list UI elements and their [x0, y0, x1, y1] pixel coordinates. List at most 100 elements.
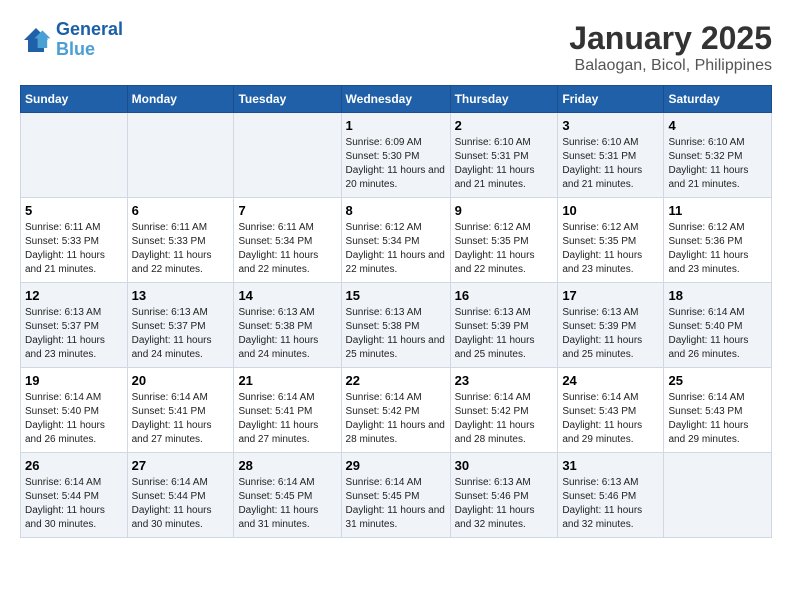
calendar-cell: 29 Sunrise: 6:14 AM Sunset: 5:45 PM Dayli… [341, 453, 450, 538]
day-info: Sunrise: 6:14 AM Sunset: 5:42 PM Dayligh… [455, 391, 554, 447]
day-number: 28 [238, 458, 336, 473]
page-header: General Blue January 2025 Balaogan, Bico… [20, 20, 772, 75]
day-info: Sunrise: 6:11 AM Sunset: 5:33 PM Dayligh… [25, 221, 123, 277]
day-number: 25 [668, 373, 767, 388]
day-number: 16 [455, 288, 554, 303]
calendar-cell: 23 Sunrise: 6:14 AM Sunset: 5:42 PM Dayli… [450, 368, 558, 453]
calendar-cell: 30Sunrise: 6:13 AM Sunset: 5:46 PM Dayli… [450, 453, 558, 538]
day-info: Sunrise: 6:14 AM Sunset: 5:45 PM Dayligh… [238, 476, 336, 532]
calendar-cell [21, 113, 128, 198]
calendar-cell: 27 Sunrise: 6:14 AM Sunset: 5:44 PM Dayli… [127, 453, 234, 538]
day-number: 17 [562, 288, 659, 303]
day-info: Sunrise: 6:12 AM Sunset: 5:35 PM Dayligh… [455, 221, 554, 277]
calendar-cell: 31 Sunrise: 6:13 AM Sunset: 5:46 PM Dayli… [558, 453, 664, 538]
calendar-week: 5Sunrise: 6:11 AM Sunset: 5:33 PM Daylig… [21, 198, 772, 283]
day-info: Sunrise: 6:14 AM Sunset: 5:45 PM Dayligh… [346, 476, 446, 532]
calendar-cell: 4 Sunrise: 6:10 AM Sunset: 5:32 PM Daylig… [664, 113, 772, 198]
day-number: 11 [668, 203, 767, 218]
day-info: Sunrise: 6:12 AM Sunset: 5:35 PM Dayligh… [562, 221, 659, 277]
day-number: 15 [346, 288, 446, 303]
calendar-cell: 24Sunrise: 6:14 AM Sunset: 5:43 PM Dayli… [558, 368, 664, 453]
day-number: 19 [25, 373, 123, 388]
calendar-cell: 5Sunrise: 6:11 AM Sunset: 5:33 PM Daylig… [21, 198, 128, 283]
calendar-cell: 2 Sunrise: 6:10 AM Sunset: 5:31 PM Daylig… [450, 113, 558, 198]
day-info: Sunrise: 6:13 AM Sunset: 5:39 PM Dayligh… [562, 306, 659, 362]
day-info: Sunrise: 6:13 AM Sunset: 5:46 PM Dayligh… [455, 476, 554, 532]
calendar-cell: 12 Sunrise: 6:13 AM Sunset: 5:37 PM Dayli… [21, 283, 128, 368]
day-info: Sunrise: 6:11 AM Sunset: 5:34 PM Dayligh… [238, 221, 336, 277]
calendar-cell: 25 Sunrise: 6:14 AM Sunset: 5:43 PM Dayli… [664, 368, 772, 453]
day-info: Sunrise: 6:14 AM Sunset: 5:40 PM Dayligh… [25, 391, 123, 447]
logo-icon [20, 24, 52, 56]
calendar-cell: 15 Sunrise: 6:13 AM Sunset: 5:38 PM Dayli… [341, 283, 450, 368]
calendar-cell: 9 Sunrise: 6:12 AM Sunset: 5:35 PM Daylig… [450, 198, 558, 283]
day-number: 2 [455, 118, 554, 133]
day-number: 12 [25, 288, 123, 303]
day-info: Sunrise: 6:09 AM Sunset: 5:30 PM Dayligh… [346, 136, 446, 192]
day-info: Sunrise: 6:14 AM Sunset: 5:40 PM Dayligh… [668, 306, 767, 362]
day-number: 24 [562, 373, 659, 388]
day-info: Sunrise: 6:12 AM Sunset: 5:36 PM Dayligh… [668, 221, 767, 277]
weekday-header: Tuesday [234, 86, 341, 113]
calendar-cell: 13Sunrise: 6:13 AM Sunset: 5:37 PM Dayli… [127, 283, 234, 368]
calendar-cell [664, 453, 772, 538]
calendar-week: 1Sunrise: 6:09 AM Sunset: 5:30 PM Daylig… [21, 113, 772, 198]
day-number: 6 [132, 203, 230, 218]
calendar-cell: 21 Sunrise: 6:14 AM Sunset: 5:41 PM Dayli… [234, 368, 341, 453]
calendar-cell: 22Sunrise: 6:14 AM Sunset: 5:42 PM Dayli… [341, 368, 450, 453]
day-number: 23 [455, 373, 554, 388]
day-info: Sunrise: 6:14 AM Sunset: 5:41 PM Dayligh… [238, 391, 336, 447]
day-number: 10 [562, 203, 659, 218]
calendar-cell: 17 Sunrise: 6:13 AM Sunset: 5:39 PM Dayli… [558, 283, 664, 368]
calendar-cell: 1Sunrise: 6:09 AM Sunset: 5:30 PM Daylig… [341, 113, 450, 198]
day-number: 31 [562, 458, 659, 473]
logo: General Blue [20, 20, 123, 60]
day-info: Sunrise: 6:10 AM Sunset: 5:32 PM Dayligh… [668, 136, 767, 192]
day-info: Sunrise: 6:14 AM Sunset: 5:42 PM Dayligh… [346, 391, 446, 447]
day-info: Sunrise: 6:13 AM Sunset: 5:38 PM Dayligh… [238, 306, 336, 362]
calendar-cell: 26Sunrise: 6:14 AM Sunset: 5:44 PM Dayli… [21, 453, 128, 538]
day-info: Sunrise: 6:13 AM Sunset: 5:37 PM Dayligh… [132, 306, 230, 362]
calendar-week: 12 Sunrise: 6:13 AM Sunset: 5:37 PM Dayli… [21, 283, 772, 368]
calendar-cell: 7Sunrise: 6:11 AM Sunset: 5:34 PM Daylig… [234, 198, 341, 283]
day-number: 3 [562, 118, 659, 133]
page-title: January 2025 [569, 20, 772, 57]
day-info: Sunrise: 6:14 AM Sunset: 5:43 PM Dayligh… [668, 391, 767, 447]
calendar-cell: 10 Sunrise: 6:12 AM Sunset: 5:35 PM Dayli… [558, 198, 664, 283]
day-number: 18 [668, 288, 767, 303]
weekday-header: Sunday [21, 86, 128, 113]
title-block: January 2025 Balaogan, Bicol, Philippine… [569, 20, 772, 75]
calendar-cell: 19 Sunrise: 6:14 AM Sunset: 5:40 PM Dayli… [21, 368, 128, 453]
calendar-cell: 18 Sunrise: 6:14 AM Sunset: 5:40 PM Dayli… [664, 283, 772, 368]
day-info: Sunrise: 6:13 AM Sunset: 5:37 PM Dayligh… [25, 306, 123, 362]
weekday-header: Wednesday [341, 86, 450, 113]
day-number: 4 [668, 118, 767, 133]
day-info: Sunrise: 6:12 AM Sunset: 5:34 PM Dayligh… [346, 221, 446, 277]
day-info: Sunrise: 6:13 AM Sunset: 5:38 PM Dayligh… [346, 306, 446, 362]
day-info: Sunrise: 6:13 AM Sunset: 5:46 PM Dayligh… [562, 476, 659, 532]
weekday-header: Friday [558, 86, 664, 113]
weekday-header: Monday [127, 86, 234, 113]
calendar-week: 19 Sunrise: 6:14 AM Sunset: 5:40 PM Dayli… [21, 368, 772, 453]
day-number: 9 [455, 203, 554, 218]
day-number: 21 [238, 373, 336, 388]
calendar-cell: 16 Sunrise: 6:13 AM Sunset: 5:39 PM Dayli… [450, 283, 558, 368]
calendar-cell: 8Sunrise: 6:12 AM Sunset: 5:34 PM Daylig… [341, 198, 450, 283]
calendar-table: SundayMondayTuesdayWednesdayThursdayFrid… [20, 85, 772, 538]
weekday-header: Thursday [450, 86, 558, 113]
day-number: 14 [238, 288, 336, 303]
logo-line2: Blue [56, 39, 95, 59]
day-number: 27 [132, 458, 230, 473]
day-info: Sunrise: 6:13 AM Sunset: 5:39 PM Dayligh… [455, 306, 554, 362]
page-subtitle: Balaogan, Bicol, Philippines [569, 57, 772, 75]
calendar-cell: 3 Sunrise: 6:10 AM Sunset: 5:31 PM Daylig… [558, 113, 664, 198]
calendar-week: 26Sunrise: 6:14 AM Sunset: 5:44 PM Dayli… [21, 453, 772, 538]
day-info: Sunrise: 6:10 AM Sunset: 5:31 PM Dayligh… [562, 136, 659, 192]
day-info: Sunrise: 6:10 AM Sunset: 5:31 PM Dayligh… [455, 136, 554, 192]
day-info: Sunrise: 6:14 AM Sunset: 5:44 PM Dayligh… [132, 476, 230, 532]
logo-line1: General [56, 19, 123, 39]
day-info: Sunrise: 6:14 AM Sunset: 5:41 PM Dayligh… [132, 391, 230, 447]
calendar-cell [127, 113, 234, 198]
day-info: Sunrise: 6:11 AM Sunset: 5:33 PM Dayligh… [132, 221, 230, 277]
day-number: 29 [346, 458, 446, 473]
